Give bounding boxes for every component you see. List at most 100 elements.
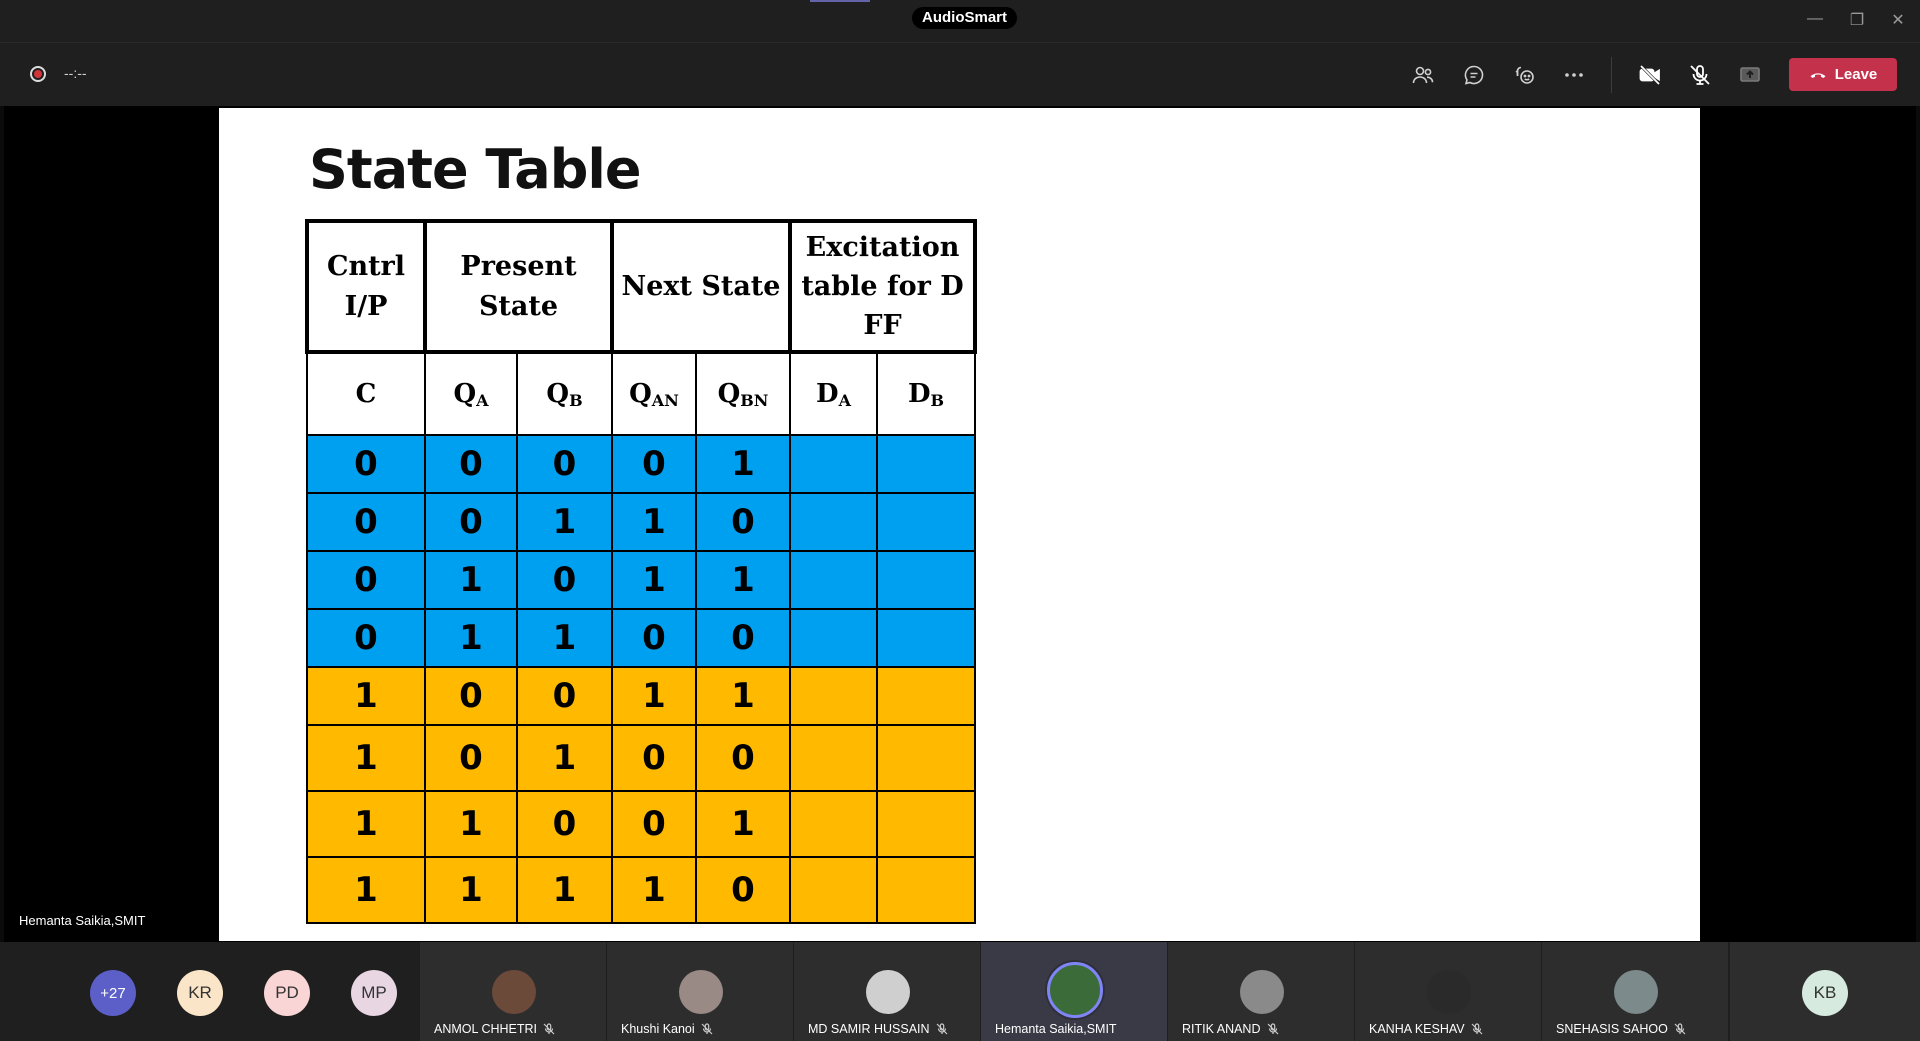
muted-icon <box>543 1023 555 1035</box>
cell: 0 <box>611 790 697 858</box>
reactions-icon[interactable] <box>1510 63 1538 87</box>
presentation-slide: State Table Cntrl I/P Present State Next… <box>219 108 1700 941</box>
window-titlebar: AudioSmart — ❐ ✕ <box>0 0 1920 42</box>
avatar <box>679 970 723 1014</box>
muted-icon <box>1267 1023 1278 1035</box>
table-subheader-row: C QA QB QAN QBN DA DB <box>306 351 976 436</box>
avatar <box>492 970 536 1014</box>
slide-title: State Table <box>309 138 641 201</box>
restore-icon[interactable]: ❐ <box>1845 10 1869 30</box>
participant-tile[interactable]: MD SAMIR HUSSAIN <box>794 942 980 1041</box>
cell: 1 <box>306 724 426 792</box>
record-icon <box>30 66 46 82</box>
chat-icon[interactable] <box>1460 63 1488 87</box>
cell: 1 <box>306 666 426 726</box>
participant-name: SNEHASIS SAHOO <box>1556 1022 1668 1036</box>
col-c: C <box>306 351 426 436</box>
table-header-row: Cntrl I/P Present State Next State Excit… <box>305 219 977 354</box>
cell: 1 <box>611 492 697 552</box>
cell: 0 <box>611 434 697 494</box>
cell: 1 <box>611 666 697 726</box>
header-present-state: Present State <box>423 219 614 354</box>
muted-icon <box>936 1023 947 1035</box>
cell: 1 <box>516 492 613 552</box>
close-icon[interactable]: ✕ <box>1886 10 1910 30</box>
avatar <box>1047 962 1103 1018</box>
avatar <box>1614 970 1658 1014</box>
camera-off-icon[interactable] <box>1636 63 1664 87</box>
participant-avatar-pd[interactable]: PD <box>264 970 310 1016</box>
participant-tile[interactable]: KANHA KESHAV <box>1355 942 1541 1041</box>
cell: 1 <box>611 550 697 610</box>
participant-name: RITIK ANAND <box>1182 1022 1261 1036</box>
leave-button[interactable]: Leave <box>1789 58 1897 91</box>
header-cntrl: Cntrl I/P <box>305 219 427 354</box>
cell: 1 <box>424 608 518 668</box>
table-row: 00001 <box>306 434 976 494</box>
cell: 0 <box>424 724 518 792</box>
participant-name: KANHA KESHAV <box>1369 1022 1465 1036</box>
cell: 0 <box>516 550 613 610</box>
col-qa: QA <box>424 351 518 436</box>
cell-empty <box>789 550 878 610</box>
cell: 1 <box>516 724 613 792</box>
cell: 0 <box>516 790 613 858</box>
participant-tile[interactable]: SNEHASIS SAHOO <box>1542 942 1728 1041</box>
avatar <box>1240 970 1284 1014</box>
participant-name: Khushi Kanoi <box>621 1022 695 1036</box>
avatar <box>866 970 910 1014</box>
table-row: 11110 <box>306 856 976 924</box>
cell-empty <box>876 492 976 552</box>
participants-icon[interactable] <box>1409 63 1437 87</box>
cell-empty <box>789 724 878 792</box>
cell: 0 <box>611 724 697 792</box>
cell: 1 <box>424 856 518 924</box>
more-participants-button[interactable]: +27 <box>90 970 136 1016</box>
cell: 0 <box>306 492 426 552</box>
hang-up-icon <box>1810 72 1826 78</box>
col-qbn: QBN <box>695 351 791 436</box>
more-options-icon[interactable] <box>1560 63 1588 87</box>
cell: 0 <box>695 724 791 792</box>
cell-empty <box>876 550 976 610</box>
cell-empty <box>789 856 878 924</box>
mic-off-icon[interactable] <box>1686 63 1714 87</box>
cell-empty <box>789 790 878 858</box>
participant-tile[interactable]: KB <box>1730 942 1920 1041</box>
cell-empty <box>876 434 976 494</box>
table-row: 11001 <box>306 790 976 858</box>
table-row: 01100 <box>306 608 976 668</box>
cell-empty <box>876 724 976 792</box>
participant-tile[interactable]: RITIK ANAND <box>1168 942 1354 1041</box>
cell-empty <box>876 608 976 668</box>
cell: 1 <box>695 434 791 494</box>
cell: 1 <box>695 790 791 858</box>
cell: 1 <box>516 856 613 924</box>
header-next-state: Next State <box>610 219 792 354</box>
participant-tile[interactable]: ANMOL CHHETRI <box>420 942 606 1041</box>
table-row: 10011 <box>306 666 976 726</box>
app-title: AudioSmart <box>912 7 1018 29</box>
cell: 1 <box>424 550 518 610</box>
cell: 0 <box>516 434 613 494</box>
table-row: 01011 <box>306 550 976 610</box>
presenter-name-label: Hemanta Saikia,SMIT <box>19 913 146 928</box>
participant-avatar-mp[interactable]: MP <box>351 970 397 1016</box>
cell-empty <box>876 790 976 858</box>
participant-name: Hemanta Saikia,SMIT <box>995 1022 1117 1036</box>
share-screen-icon[interactable] <box>1736 63 1764 87</box>
participant-avatar-kr[interactable]: KR <box>177 970 223 1016</box>
cell: 0 <box>611 608 697 668</box>
toolbar-divider <box>1611 57 1612 93</box>
participant-tile-presenter[interactable]: Hemanta Saikia,SMIT <box>981 942 1167 1041</box>
cell: 1 <box>424 790 518 858</box>
cell: 0 <box>306 550 426 610</box>
minimize-icon[interactable]: — <box>1803 10 1827 28</box>
cell: 1 <box>306 856 426 924</box>
cell-empty <box>789 434 878 494</box>
meeting-timer: --:-- <box>64 65 87 81</box>
cell: 0 <box>424 434 518 494</box>
col-da: DA <box>789 351 878 436</box>
participant-tile[interactable]: Khushi Kanoi <box>607 942 793 1041</box>
cell: 0 <box>424 492 518 552</box>
